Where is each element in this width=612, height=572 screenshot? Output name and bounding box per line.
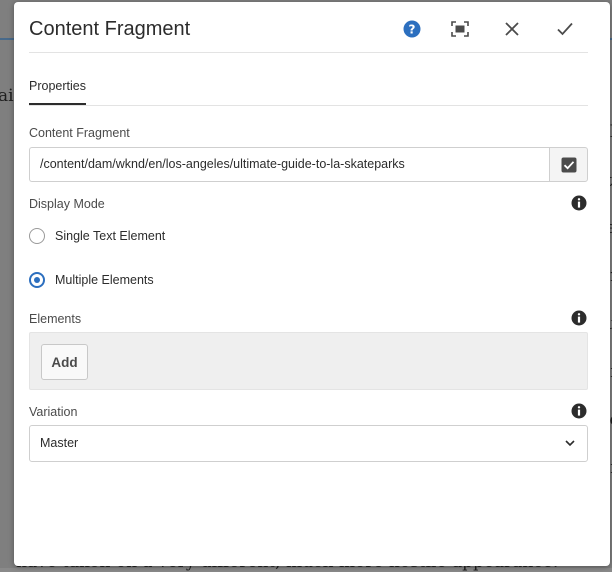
content-fragment-dialog: Content Fragment ? Properties Content Fr… bbox=[14, 2, 610, 566]
close-icon bbox=[505, 22, 519, 36]
path-picker-button[interactable] bbox=[549, 147, 588, 182]
close-button[interactable] bbox=[501, 18, 523, 40]
add-element-button[interactable]: Add bbox=[41, 344, 88, 380]
radio-multiple-elements[interactable]: Multiple Elements bbox=[29, 272, 154, 288]
radio-label: Single Text Element bbox=[55, 229, 166, 243]
dialog-header: Content Fragment ? bbox=[29, 2, 588, 53]
fullscreen-icon bbox=[451, 21, 469, 37]
checkbox-select-icon bbox=[561, 157, 576, 172]
radio-single-text-element[interactable]: Single Text Element bbox=[29, 228, 165, 244]
tab-properties[interactable]: Properties bbox=[29, 79, 86, 105]
info-icon[interactable] bbox=[571, 195, 587, 211]
variation-label: Variation bbox=[29, 405, 78, 419]
dialog-title: Content Fragment bbox=[29, 18, 191, 40]
svg-text:?: ? bbox=[409, 23, 416, 37]
info-icon[interactable] bbox=[571, 310, 587, 326]
done-button[interactable] bbox=[554, 18, 576, 40]
content-fragment-label: Content Fragment bbox=[29, 126, 130, 140]
checkmark-icon bbox=[557, 22, 573, 36]
radio-button-checked[interactable] bbox=[29, 272, 45, 288]
help-icon: ? bbox=[403, 20, 421, 38]
radio-button[interactable] bbox=[29, 228, 45, 244]
elements-multifield: Add bbox=[29, 332, 588, 390]
display-mode-label: Display Mode bbox=[29, 197, 105, 211]
elements-label: Elements bbox=[29, 312, 82, 326]
tab-bar: Properties bbox=[29, 68, 588, 106]
radio-label: Multiple Elements bbox=[55, 273, 154, 287]
help-button[interactable]: ? bbox=[401, 18, 423, 40]
chevron-down-icon bbox=[565, 440, 575, 447]
info-icon[interactable] bbox=[571, 403, 587, 419]
background-text-left: ai bbox=[0, 86, 14, 106]
fullscreen-button[interactable] bbox=[449, 18, 471, 40]
variation-select[interactable]: Master bbox=[29, 425, 588, 462]
variation-selected-value: Master bbox=[40, 436, 79, 450]
content-fragment-path-input[interactable]: /content/dam/wknd/en/los-angeles/ultimat… bbox=[29, 147, 549, 182]
